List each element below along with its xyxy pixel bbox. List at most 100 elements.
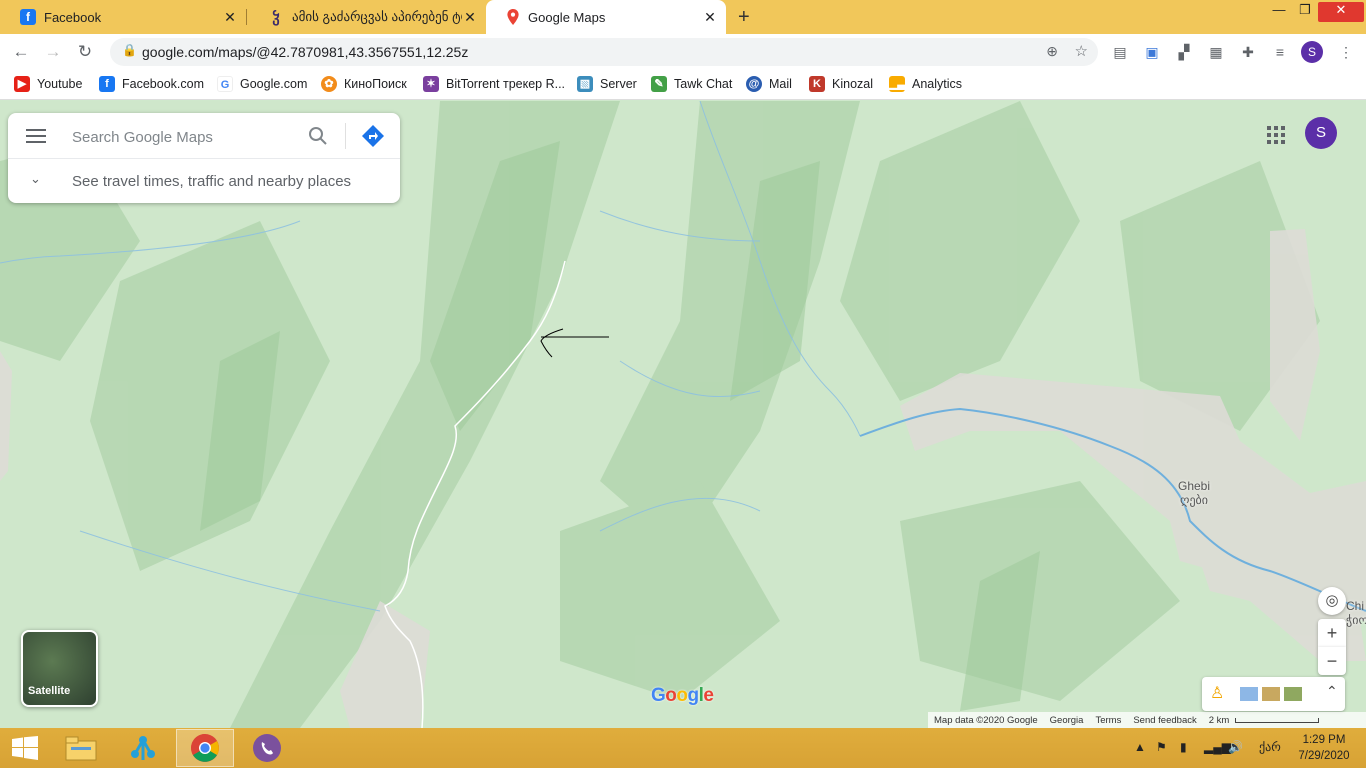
address-bar[interactable]: 🔒 google.com/maps/@42.7870981,43.3567551… bbox=[110, 38, 1098, 66]
bookmark-label: Youtube bbox=[37, 77, 83, 91]
search-divider bbox=[345, 123, 346, 149]
back-button[interactable]: ← bbox=[10, 41, 32, 63]
install-app-icon[interactable]: ⊕ bbox=[1046, 43, 1058, 60]
tab-manager-extension-icon[interactable]: ▦ bbox=[1206, 42, 1226, 62]
tab-google-maps[interactable]: Google Maps ✕ bbox=[486, 0, 726, 34]
search-icon[interactable] bbox=[308, 126, 328, 146]
bookmark-bittorrent[interactable]: ✶ BitTorrent трекер R... bbox=[423, 76, 565, 92]
reload-button[interactable]: ↻ bbox=[74, 41, 96, 63]
bookmark-label: Mail bbox=[769, 77, 792, 91]
taskbar-file-explorer[interactable] bbox=[52, 729, 110, 767]
bookmark-server[interactable]: ▧ Server bbox=[577, 76, 637, 92]
bookmark-kinozal[interactable]: K Kinozal bbox=[809, 76, 873, 92]
bookmark-label: Tawk Chat bbox=[674, 77, 733, 91]
translate-extension-icon[interactable]: ▣ bbox=[1142, 42, 1162, 62]
scale-label[interactable]: 2 km bbox=[1209, 715, 1230, 726]
google-apps-icon[interactable] bbox=[1267, 126, 1285, 144]
taskbar-app[interactable] bbox=[114, 729, 172, 767]
new-tab-button[interactable]: + bbox=[738, 6, 750, 29]
bookmark-mail[interactable]: @ Mail bbox=[746, 76, 792, 92]
panel-divider bbox=[8, 158, 400, 159]
google-icon: G bbox=[217, 76, 233, 92]
tab-divider bbox=[246, 9, 247, 25]
place-label-chiora[interactable]: Chi ჭიო bbox=[1346, 599, 1366, 627]
input-language[interactable]: ქარ bbox=[1259, 740, 1281, 754]
zoom-in-button[interactable]: + bbox=[1318, 619, 1346, 647]
travel-times-link[interactable]: See travel times, traffic and nearby pla… bbox=[72, 173, 351, 190]
map-footer: Map data ©2020 Google Georgia Terms Send… bbox=[928, 712, 1366, 728]
profile-avatar[interactable]: S bbox=[1301, 41, 1323, 63]
bookmark-analytics[interactable]: ▁▃▅ Analytics bbox=[889, 76, 962, 92]
reader-extension-icon[interactable]: ▤ bbox=[1110, 42, 1130, 62]
bookmark-kinopoisk[interactable]: ✿ КиноПоиск bbox=[321, 76, 407, 92]
satellite-label: Satellite bbox=[28, 685, 71, 697]
place-name: Ghebi bbox=[1178, 479, 1211, 493]
my-location-button[interactable]: ◎ bbox=[1318, 587, 1346, 615]
directions-icon[interactable] bbox=[361, 124, 385, 148]
start-button[interactable] bbox=[0, 729, 50, 767]
pegman-icon[interactable]: ♙ bbox=[1210, 683, 1224, 703]
bookmark-youtube[interactable]: ▶ Youtube bbox=[14, 76, 82, 92]
photo-thumb-icon[interactable] bbox=[1240, 687, 1258, 701]
place-local-name: ჭიო bbox=[1346, 613, 1366, 627]
taskbar-chrome[interactable] bbox=[176, 729, 234, 767]
close-window-button[interactable]: ✕ bbox=[1318, 2, 1364, 22]
bookmarks-bar: ▶ Youtube f Facebook.com G Google.com ✿ Кино… bbox=[0, 70, 1366, 100]
photo-thumb-icon[interactable] bbox=[1284, 687, 1302, 701]
battery-icon[interactable]: ▮ bbox=[1180, 740, 1187, 754]
satellite-layer-toggle[interactable]: Satellite bbox=[21, 630, 98, 707]
place-label-ghebi[interactable]: Ghebi ღები bbox=[1178, 479, 1210, 507]
street-view-panel: ♙ ⌃ bbox=[1202, 677, 1345, 711]
bookmark-star-icon[interactable]: ☆ bbox=[1075, 42, 1088, 60]
close-tab-icon[interactable]: ✕ bbox=[222, 9, 238, 26]
system-clock[interactable]: 1:29 PM 7/29/2020 bbox=[1296, 732, 1352, 764]
tab-facebook[interactable]: f Facebook ✕ bbox=[0, 0, 246, 34]
taskbar-viber[interactable] bbox=[238, 729, 296, 767]
flag-icon[interactable]: ⚑ bbox=[1156, 740, 1167, 754]
bookmark-label: Facebook.com bbox=[122, 77, 204, 91]
extension-icon[interactable]: ▞ bbox=[1174, 42, 1194, 62]
zoom-out-button[interactable]: − bbox=[1318, 647, 1346, 675]
bookmark-label: Server bbox=[600, 77, 637, 91]
map-canvas[interactable]: Ghebi ღები Chi ჭიო ⌄ See travel times, t… bbox=[0, 101, 1366, 728]
chrome-menu-icon[interactable]: ⋮ bbox=[1336, 42, 1356, 62]
account-avatar[interactable]: S bbox=[1305, 117, 1337, 149]
bookmark-label: КиноПоиск bbox=[344, 77, 407, 91]
bittorrent-icon: ✶ bbox=[423, 76, 439, 92]
chevron-down-icon[interactable]: ⌄ bbox=[30, 171, 41, 187]
url-text[interactable]: google.com/maps/@42.7870981,43.3567551,1… bbox=[142, 44, 468, 60]
extensions-puzzle-icon[interactable]: ✚ bbox=[1238, 42, 1258, 62]
bookmark-facebook[interactable]: f Facebook.com bbox=[99, 76, 204, 92]
send-feedback-link[interactable]: Send feedback bbox=[1133, 715, 1196, 726]
bookmark-tawk[interactable]: ✎ Tawk Chat bbox=[651, 76, 732, 92]
search-input[interactable] bbox=[72, 127, 302, 147]
chrome-icon bbox=[191, 734, 219, 762]
close-tab-icon[interactable]: ✕ bbox=[702, 9, 718, 26]
analytics-icon: ▁▃▅ bbox=[889, 76, 915, 92]
tab-strip: f Facebook ✕ ჴ ამის გაძარცვას აპირებენ ტ… bbox=[0, 0, 1366, 34]
google-maps-icon bbox=[507, 9, 519, 25]
terms-link[interactable]: Terms bbox=[1095, 715, 1121, 726]
tab-title: ამის გაძარცვას აპირებენ ტრ bbox=[292, 9, 462, 24]
network-signal-icon[interactable]: ▂▄▆ bbox=[1204, 740, 1231, 754]
bookmark-label: BitTorrent трекер R... bbox=[446, 77, 566, 91]
facebook-icon: f bbox=[20, 9, 36, 25]
media-control-icon[interactable]: ≡ bbox=[1270, 42, 1290, 62]
tab-news[interactable]: ჴ ამის გაძარცვას აპირებენ ტრ ✕ bbox=[248, 0, 486, 34]
expand-icon[interactable]: ⌃ bbox=[1326, 683, 1338, 700]
region-link[interactable]: Georgia bbox=[1050, 715, 1084, 726]
site-icon: ჴ bbox=[272, 9, 280, 25]
menu-icon[interactable] bbox=[26, 125, 46, 147]
lock-icon[interactable]: 🔒 bbox=[122, 43, 137, 57]
maximize-button[interactable]: ❐ bbox=[1290, 2, 1320, 22]
photo-thumb-icon[interactable] bbox=[1262, 687, 1280, 701]
close-tab-icon[interactable]: ✕ bbox=[462, 9, 478, 26]
bookmark-label: Analytics bbox=[912, 77, 963, 91]
show-hidden-icons[interactable]: ▲ bbox=[1134, 740, 1146, 754]
volume-icon[interactable]: 🔊 bbox=[1228, 740, 1243, 754]
bookmark-google[interactable]: G Google.com bbox=[217, 76, 307, 92]
youtube-icon: ▶ bbox=[14, 76, 30, 92]
scale-bar[interactable] bbox=[1235, 717, 1320, 723]
kinozal-icon: K bbox=[809, 76, 825, 92]
forward-button[interactable]: → bbox=[42, 41, 64, 63]
